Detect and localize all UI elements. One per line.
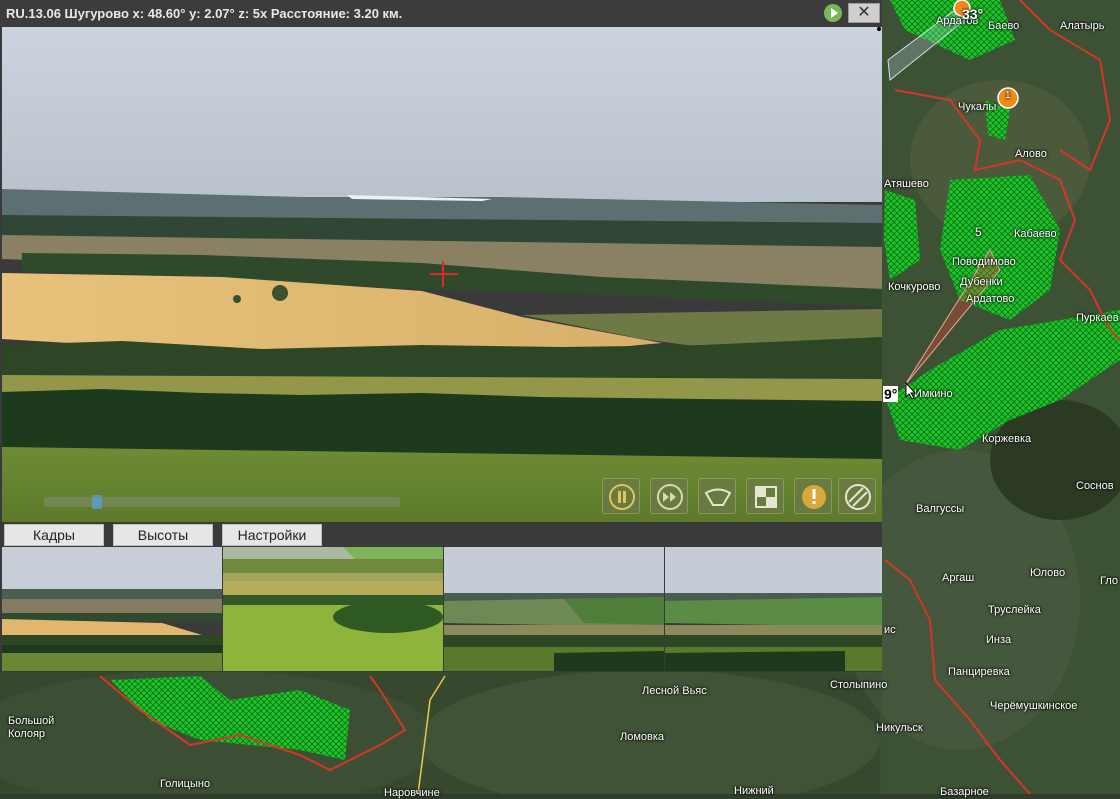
map-label: Панциревка — [948, 666, 1010, 678]
alert-icon — [802, 485, 826, 509]
map-label: Базарное — [940, 786, 989, 798]
thumbnail[interactable] — [444, 547, 664, 671]
map-label: Алатырь — [1060, 20, 1105, 32]
fov-icon — [704, 488, 732, 506]
map-label: Соснов — [1076, 480, 1114, 492]
map-label: Инза — [986, 634, 1012, 646]
field-of-view-button[interactable] — [698, 478, 736, 514]
map-label: Голицыно — [160, 778, 211, 790]
title-bar[interactable]: RU.13.06 Шугурово x: 48.60° y: 2.07° z: … — [0, 0, 882, 26]
map-label: Чукалы — [958, 101, 997, 113]
tab-bar: Кадры Высоты Настройки — [0, 522, 882, 546]
window-title: RU.13.06 Шугурово x: 48.60° y: 2.07° z: … — [6, 6, 403, 21]
map-label: Баево — [988, 20, 1020, 32]
map-label: Большой Колояр — [8, 715, 55, 740]
pause-icon — [609, 484, 635, 510]
thumbnail[interactable] — [665, 547, 882, 671]
mouse-cursor-icon — [905, 382, 917, 400]
map-label: Никульск — [876, 722, 923, 734]
map-label: Пуркаев — [1076, 312, 1119, 324]
tab-settings[interactable]: Настройки — [222, 524, 322, 546]
map-label: Черёмушкинское — [990, 700, 1078, 712]
fast-forward-icon — [657, 484, 683, 510]
map-label: Валгуссы — [916, 503, 965, 515]
tab-heights[interactable]: Высоты — [113, 524, 213, 546]
map-label: Атяшево — [884, 178, 929, 190]
map-label: Ломовка — [620, 731, 665, 743]
camera-image — [2, 27, 882, 522]
play-button[interactable] — [824, 4, 842, 22]
pattern-button[interactable] — [838, 478, 876, 514]
cluster-count[interactable]: 1 — [1005, 90, 1011, 101]
map-label: Юлово — [1030, 567, 1066, 579]
sector-angle-label: 33° — [962, 6, 984, 22]
map-label: ис — [884, 624, 896, 636]
pause-button[interactable] — [602, 478, 640, 514]
sector-angle-label: 9° — [883, 386, 899, 402]
map-label: Имкино — [914, 388, 953, 400]
map-label: Наровчине — [384, 787, 440, 799]
map-label: Столыпино — [830, 679, 888, 691]
frame-button[interactable] — [746, 478, 784, 514]
thumbnail-selected[interactable] — [223, 547, 443, 671]
thumbnail-strip — [2, 547, 882, 671]
alert-button[interactable] — [794, 478, 832, 514]
camera-window: RU.13.06 Шугурово x: 48.60° y: 2.07° z: … — [0, 0, 882, 672]
frame-icon — [755, 486, 777, 508]
fast-forward-button[interactable] — [650, 478, 688, 514]
map-label: Кочкурово — [888, 281, 941, 293]
map-label: Коржевка — [982, 433, 1032, 445]
map-label: Поводимово — [952, 256, 1016, 268]
close-button[interactable]: ✕ — [848, 3, 880, 23]
timeline-slider-thumb[interactable] — [92, 495, 102, 509]
camera-view[interactable] — [2, 27, 882, 522]
map-label: Дубенки — [960, 276, 1003, 288]
map-label: Лесной Вьяс — [642, 685, 707, 697]
map-label: Ардатово — [966, 293, 1015, 305]
map-label: Гло — [1100, 575, 1118, 587]
map-label: Алово — [1015, 148, 1047, 160]
thumbnail[interactable] — [2, 547, 222, 671]
map-label: Труслейка — [988, 604, 1041, 616]
map-label: Кабаево — [1014, 228, 1057, 240]
map-label: Нижний — [734, 785, 774, 797]
tab-frames[interactable]: Кадры — [4, 524, 104, 546]
pattern-icon — [845, 484, 871, 510]
map-label: Аргаш — [942, 572, 975, 584]
zone-number: 5 — [975, 225, 982, 239]
